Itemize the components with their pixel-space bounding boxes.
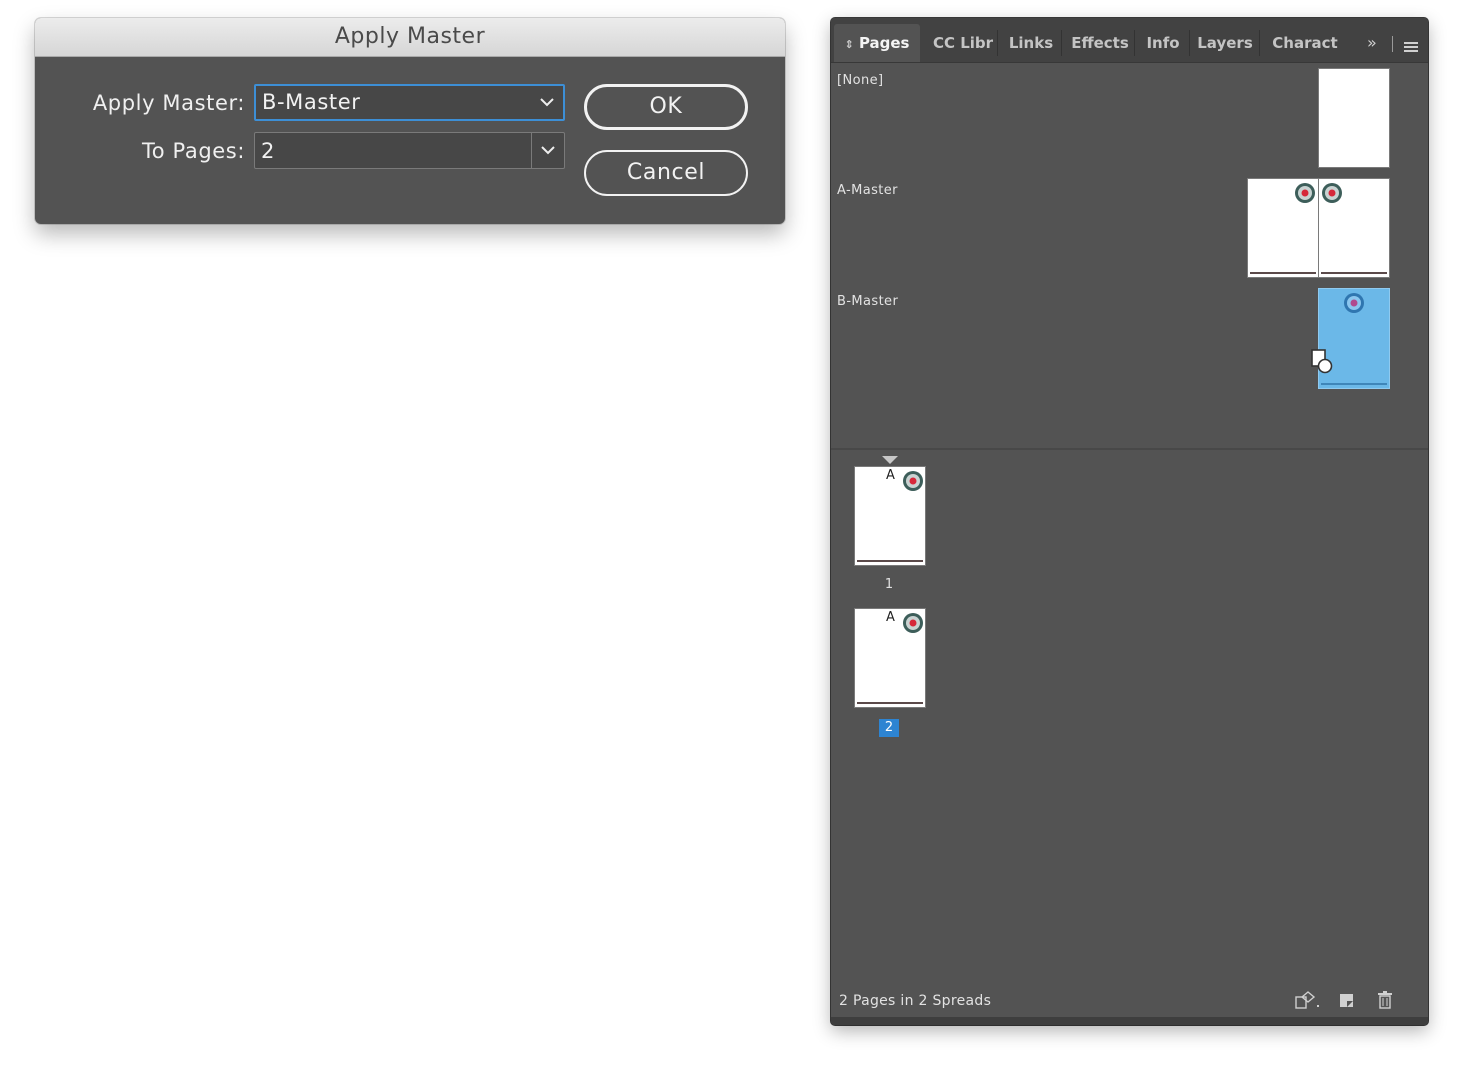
master-none-label[interactable]: [None] [837, 73, 883, 88]
footer-rule [1321, 272, 1387, 274]
footer-rule [857, 702, 923, 704]
page-number-2[interactable]: 2 [879, 719, 899, 737]
tab-character[interactable]: Charact [1265, 24, 1345, 62]
tab-effects[interactable]: Effects [1067, 24, 1133, 62]
chevron-down-icon [531, 86, 563, 119]
panel-splitter[interactable] [831, 448, 1428, 450]
apply-master-select[interactable]: B-Master [254, 84, 565, 121]
chevron-down-icon[interactable] [531, 133, 564, 168]
panel-menu-icon[interactable] [1404, 38, 1418, 57]
master-a-label[interactable]: A-Master [837, 183, 898, 198]
to-pages-label: To Pages: [141, 139, 245, 163]
ok-button[interactable]: OK [584, 84, 748, 130]
master-b-label[interactable]: B-Master [837, 294, 898, 309]
new-page-icon[interactable] [1339, 993, 1355, 1009]
panel-resize-bar[interactable] [831, 1017, 1428, 1025]
apply-master-label: Apply Master: [92, 91, 245, 115]
page-number-1[interactable]: 1 [879, 577, 899, 592]
tab-divider [1259, 30, 1260, 56]
page-master-prefix: A [886, 468, 895, 483]
footer-rule [1250, 272, 1316, 274]
to-pages-value[interactable]: 2 [261, 139, 275, 163]
tab-pages-label: Pages [858, 34, 910, 52]
dialog-title: Apply Master [35, 18, 785, 57]
collapse-arrows-icon: ⇕ [844, 38, 854, 51]
page-1-thumbnail[interactable]: A [854, 466, 926, 566]
footer-rule [857, 560, 923, 562]
tab-layers[interactable]: Layers [1193, 24, 1257, 62]
cancel-button[interactable]: Cancel [584, 150, 748, 196]
apply-master-value: B-Master [262, 90, 361, 114]
pages-panel: ⇕ Pages CC Libr Links Effects Info Layer… [831, 18, 1428, 1025]
tab-divider [1392, 36, 1393, 52]
trash-icon[interactable] [1377, 991, 1393, 1009]
edit-page-size-icon[interactable] [1295, 991, 1321, 1009]
to-pages-combobox[interactable]: 2 [254, 132, 565, 169]
footer-rule [1321, 383, 1387, 385]
panel-tab-bar: ⇕ Pages CC Libr Links Effects Info Layer… [831, 18, 1428, 63]
tab-divider [1134, 30, 1135, 56]
logo-emblem-icon [903, 471, 923, 491]
page-2-thumbnail[interactable]: A [854, 608, 926, 708]
tab-divider [997, 30, 998, 56]
drag-cursor-icon [1311, 349, 1333, 374]
tab-info[interactable]: Info [1139, 24, 1187, 62]
pages-status-text: 2 Pages in 2 Spreads [839, 993, 992, 1009]
master-a-right-page[interactable] [1318, 178, 1390, 278]
spread-marker-icon [882, 456, 898, 464]
apply-master-dialog: Apply Master Apply Master: B-Master To P… [35, 18, 785, 224]
logo-emblem-icon [1295, 183, 1315, 203]
tab-cc-libraries[interactable]: CC Libr [928, 24, 998, 62]
tab-links[interactable]: Links [1003, 24, 1059, 62]
page-master-prefix: A [886, 610, 895, 625]
tab-pages[interactable]: ⇕ Pages [834, 24, 920, 62]
tab-overflow-icon[interactable]: » [1367, 24, 1377, 62]
logo-emblem-icon [903, 613, 923, 633]
master-none-thumbnail[interactable] [1318, 68, 1390, 168]
logo-emblem-icon [1344, 293, 1364, 313]
tab-divider [1189, 30, 1190, 56]
tab-divider [1061, 30, 1062, 56]
logo-emblem-icon [1322, 183, 1342, 203]
master-a-left-page[interactable] [1247, 178, 1319, 278]
